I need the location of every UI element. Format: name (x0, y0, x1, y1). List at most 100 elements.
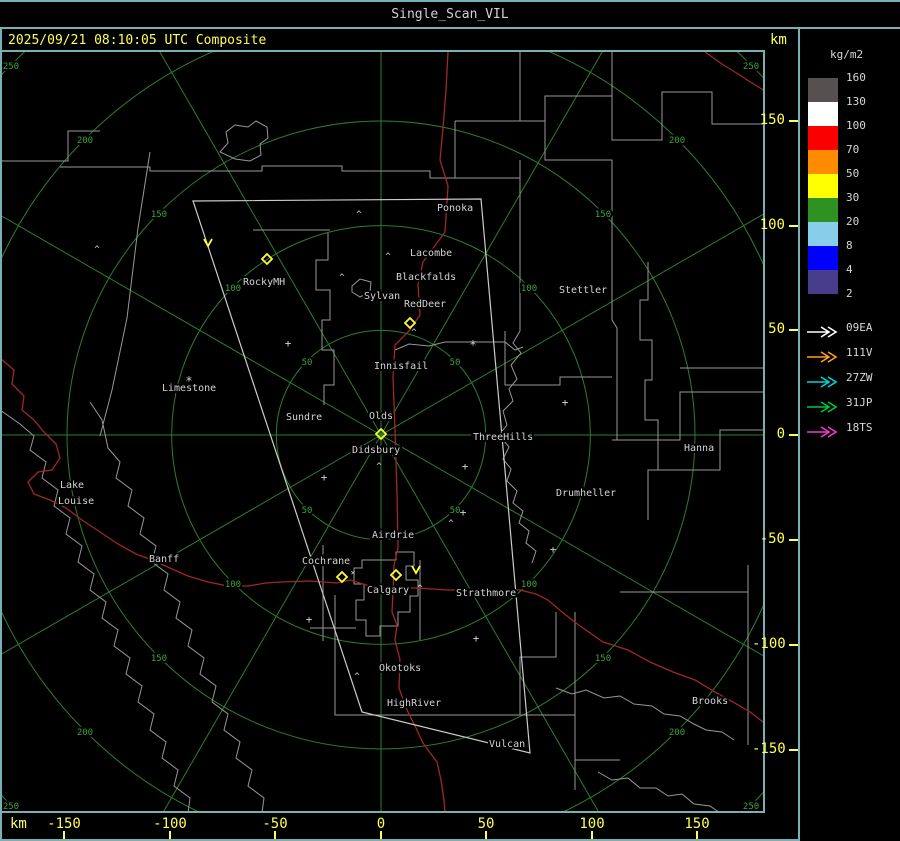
city-label: Sundre (286, 412, 322, 423)
bottom-axis-unit: km (10, 816, 27, 832)
vil-legend: kg/m2 160 130 100 70 50 30 20 8 4 2 09EA 111V 27ZW 3… (800, 0, 900, 841)
legend-value-label: 4 (846, 263, 853, 276)
legend-color-block (808, 198, 838, 222)
boundary-line (611, 204, 618, 440)
town-marker: + (306, 613, 313, 626)
legend-color-block (808, 102, 838, 126)
boundary-line (394, 341, 524, 351)
town-marker: + (462, 460, 469, 473)
town-marker: ✕ (351, 568, 356, 577)
track-id-label: 31JP (846, 396, 873, 409)
map-frame: 50 50 50 50 100 100 100 100 150 150 150 150 200 200 20… (0, 0, 900, 841)
legend-color-block (808, 78, 838, 102)
boundary-line (334, 595, 557, 716)
bottom-axis-tick-label: -150 (47, 816, 81, 832)
legend-value-label: 100 (846, 119, 866, 132)
boundary-line (455, 95, 612, 122)
radar-site-marker (403, 316, 417, 330)
ring-distance-label: 50 (302, 506, 313, 516)
track-id-label: 18TS (846, 421, 873, 434)
right-axis-tick-label: 0 (776, 426, 785, 442)
right-axis-tick (789, 120, 798, 122)
storm-vector-marker (203, 238, 213, 248)
right-axis-tick-label: -100 (752, 636, 786, 652)
right-axis-tick (789, 539, 798, 541)
radial-line (380, 0, 633, 436)
right-axis-tick (789, 644, 798, 646)
right-axis-tick-label: -150 (752, 741, 786, 757)
boundary-line (315, 233, 335, 405)
boundary-line (99, 151, 151, 437)
city-label: Banff (149, 554, 179, 565)
track-arrow-icon (806, 348, 840, 363)
city-label: Blackfalds (396, 272, 456, 283)
bottom-axis-tick (485, 831, 487, 839)
ring-distance-label: 200 (669, 136, 685, 146)
town-marker: ^ (339, 273, 345, 283)
city-label: HighRiver (387, 698, 441, 709)
ring-distance-label: 150 (151, 210, 167, 220)
city-label: Lake (60, 480, 84, 491)
title-bar: Single_Scan_VIL (0, 0, 900, 29)
legend-value-label: 8 (846, 239, 853, 252)
town-marker: ^ (376, 462, 382, 472)
boundary-line (611, 52, 765, 141)
bottom-axis-tick (380, 831, 382, 839)
town-marker: + (321, 471, 328, 484)
bottom-axis-tick-label: 50 (477, 816, 495, 832)
city-label: RedDeer (404, 299, 446, 310)
city-label: Cochrane (302, 556, 350, 567)
town-marker: ^ (411, 328, 417, 338)
scan-timestamp: 2025/09/21 08:10:05 UTC Composite (8, 33, 267, 48)
city-label: Louise (58, 496, 94, 507)
city-label: Vulcan (489, 739, 525, 750)
legend-unit-label: kg/m2 (830, 48, 864, 61)
legend-color-block (808, 150, 838, 174)
ring-distance-label: 200 (77, 728, 93, 738)
town-marker: ^ (94, 245, 100, 255)
legend-color-block (808, 222, 838, 246)
boundary-line (639, 262, 659, 520)
city-label: Brooks (692, 696, 728, 707)
legend-value-label: 30 (846, 191, 860, 204)
ring-distance-label: 250 (3, 62, 19, 72)
boundary-line (454, 121, 520, 179)
bottom-axis-tick (63, 831, 65, 839)
town-marker: ^ (417, 584, 423, 594)
bottom-axis-tick (591, 831, 593, 839)
city-label: Innisfail (374, 361, 428, 372)
ring-distance-label: 100 (225, 284, 241, 294)
boundary-line (620, 565, 749, 593)
boundary-line (504, 331, 612, 386)
town-marker: + (285, 337, 292, 350)
legend-min-value-label: 2 (846, 287, 853, 300)
legend-color-block (808, 174, 838, 198)
city-label: Airdrie (372, 530, 414, 541)
city-label: Didsbury (352, 445, 400, 456)
legend-value-label: 50 (846, 167, 860, 180)
track-id-label: 09EA (846, 321, 873, 334)
legend-value-label: 70 (846, 143, 860, 156)
legend-value-label: 130 (846, 95, 866, 108)
right-axis-tick-label: 100 (759, 217, 785, 233)
radar-map[interactable]: 50 5050 50100 100100 100150 150150 150200 20020… (0, 0, 900, 841)
boundary-line (219, 120, 269, 162)
ring-distance-label: 100 (521, 580, 537, 590)
right-axis-tick (789, 434, 798, 436)
bottom-axis-tick-label: -50 (262, 816, 288, 832)
radial-line (0, 434, 382, 656)
boundary-line (519, 52, 545, 122)
city-label: Strathmore (456, 588, 516, 599)
boundary-line (60, 165, 472, 179)
city-label: RockyMH (243, 277, 285, 288)
ring-distance-label: 50 (302, 358, 313, 368)
town-marker: ^ (354, 672, 360, 682)
city-label: Drumheller (556, 488, 616, 499)
ring-distance-label: 150 (595, 654, 611, 664)
right-axis-tick-label: 50 (768, 321, 785, 337)
town-marker: ^ (385, 252, 391, 262)
legend-value-label: 20 (846, 215, 860, 228)
city-label: Stettler (559, 285, 607, 296)
right-axis-tick-label: 150 (759, 112, 785, 128)
ring-distance-label: 150 (151, 654, 167, 664)
